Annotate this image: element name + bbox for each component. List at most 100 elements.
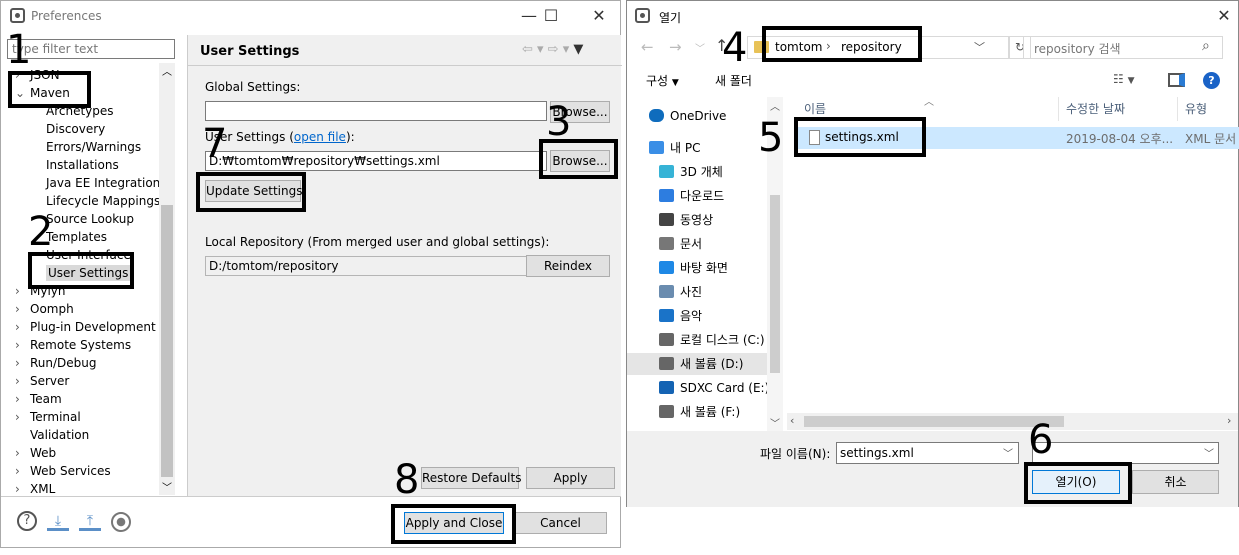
- chevron-right-icon[interactable]: ›: [15, 408, 30, 426]
- tree-item[interactable]: Installations: [46, 156, 119, 174]
- chevron-right-icon[interactable]: ›: [15, 300, 30, 318]
- preview-pane-icon[interactable]: [1168, 73, 1185, 87]
- tree-item[interactable]: › Plug-in Development: [15, 318, 156, 336]
- back-icon[interactable]: ←: [641, 38, 654, 56]
- chevron-right-icon[interactable]: ›: [15, 282, 30, 300]
- close-button[interactable]: ✕: [585, 5, 613, 27]
- export-icon[interactable]: ⤒: [79, 513, 101, 531]
- chevron-right-icon[interactable]: ›: [15, 354, 30, 372]
- nav-scroll-thumb[interactable]: [770, 195, 780, 373]
- breadcrumb-tomtom[interactable]: tomtom: [775, 40, 822, 54]
- scroll-left-icon[interactable]: ‹: [790, 414, 794, 427]
- scroll-right-icon[interactable]: ›: [1227, 414, 1231, 427]
- chevron-right-icon[interactable]: ›: [15, 372, 30, 390]
- tree-item[interactable]: Source Lookup: [46, 210, 134, 228]
- nav-item[interactable]: 다운로드: [659, 185, 724, 207]
- import-icon[interactable]: ⤓: [47, 513, 69, 531]
- new-folder-button[interactable]: 새 폴더: [715, 72, 752, 89]
- address-dropdown-icon[interactable]: ﹀: [974, 39, 985, 55]
- nav-item[interactable]: 새 볼륨 (F:): [659, 401, 740, 423]
- column-sep[interactable]: [1177, 97, 1178, 121]
- nav-item[interactable]: 문서: [659, 233, 702, 255]
- tree-item[interactable]: › XML: [15, 480, 55, 495]
- maximize-button[interactable]: ☐: [537, 5, 565, 27]
- column-type[interactable]: 유형: [1185, 97, 1207, 121]
- record-icon[interactable]: [111, 512, 131, 532]
- tree-item[interactable]: › Team: [15, 390, 62, 408]
- open-button[interactable]: 열기(O): [1032, 470, 1120, 494]
- nav-item[interactable]: 내 PC: [649, 137, 700, 159]
- tree-item[interactable]: › Web Services: [15, 462, 111, 480]
- nav-item[interactable]: 로컬 디스크 (C:): [659, 329, 765, 351]
- reindex-button[interactable]: Reindex: [526, 255, 610, 277]
- nav-item[interactable]: 3D 개체: [659, 161, 723, 183]
- recent-dropdown-icon[interactable]: ﹀: [695, 40, 705, 55]
- tree-item[interactable]: › Terminal: [15, 408, 81, 426]
- chevron-right-icon[interactable]: ›: [15, 462, 30, 480]
- update-settings-button[interactable]: Update Settings: [205, 180, 303, 202]
- tree-item[interactable]: Archetypes: [46, 102, 114, 120]
- scroll-down-icon[interactable]: ﹀: [162, 479, 172, 494]
- chevron-right-icon[interactable]: ›: [15, 336, 30, 354]
- chevron-down-icon[interactable]: ⌄: [15, 84, 30, 102]
- cancel-button[interactable]: Cancel: [514, 512, 607, 534]
- scroll-up-icon[interactable]: ︿: [162, 63, 172, 78]
- chevron-right-icon[interactable]: ›: [15, 390, 30, 408]
- tree-item[interactable]: ⌄ Maven: [15, 84, 70, 102]
- scroll-up-icon[interactable]: ︿: [770, 98, 780, 113]
- filename-input[interactable]: settings.xml: [836, 442, 1019, 464]
- dialog-close-button[interactable]: ✕: [1210, 5, 1238, 27]
- open-file-link[interactable]: open file: [294, 130, 346, 144]
- tree-item[interactable]: Templates: [46, 228, 107, 246]
- tree-scrollbar[interactable]: ︿ ﹀: [159, 63, 175, 495]
- chevron-right-icon[interactable]: ›: [15, 444, 30, 462]
- nav-item[interactable]: 동영상: [659, 209, 713, 231]
- nav-item[interactable]: 사진: [659, 281, 702, 303]
- h-scrollbar[interactable]: ‹ ›: [787, 413, 1238, 430]
- apply-and-close-button[interactable]: Apply and Close: [404, 512, 504, 534]
- breadcrumb-repository[interactable]: repository: [841, 40, 902, 54]
- user-settings-input[interactable]: D:₩tomtom₩repository₩settings.xml: [205, 151, 547, 171]
- tree-item[interactable]: User Interface: [46, 246, 131, 264]
- user-browse-button[interactable]: Browse...: [550, 150, 610, 172]
- tree-item[interactable]: › Server: [15, 372, 69, 390]
- table-row[interactable]: settings.xml 2019-08-04 오후... XML 문서: [797, 127, 1239, 149]
- tree-item[interactable]: Java EE Integration: [46, 174, 160, 192]
- dialog-cancel-button[interactable]: 취소: [1132, 470, 1219, 494]
- nav-item[interactable]: OneDrive: [649, 105, 726, 127]
- restore-defaults-button[interactable]: Restore Defaults: [421, 467, 521, 489]
- nav-item[interactable]: 새 볼륨 (D:): [627, 353, 767, 375]
- nav-item[interactable]: 바탕 화면: [659, 257, 728, 279]
- search-box[interactable]: repository 검색 ⌕: [1023, 36, 1223, 59]
- tree-item[interactable]: Validation: [15, 426, 89, 444]
- organize-button[interactable]: 구성 ▼: [646, 72, 679, 89]
- chevron-right-icon[interactable]: ›: [15, 480, 30, 495]
- view-options-icon[interactable]: ☷ ▼: [1113, 72, 1135, 86]
- scroll-down-icon[interactable]: ﹀: [770, 415, 780, 430]
- tree-item[interactable]: Lifecycle Mappings: [46, 192, 160, 210]
- apply-button[interactable]: Apply: [526, 467, 615, 489]
- column-name[interactable]: 이름: [804, 97, 826, 121]
- file-type-select[interactable]: [1032, 442, 1219, 464]
- history-nav[interactable]: ⇦ ▾ ⇨ ▾ ▼: [522, 42, 583, 57]
- filter-input[interactable]: type filter text: [7, 39, 175, 59]
- filename-dropdown-icon[interactable]: ﹀: [1003, 445, 1013, 460]
- column-date[interactable]: 수정한 날짜: [1066, 97, 1125, 121]
- global-settings-input[interactable]: [205, 101, 547, 121]
- tree-item[interactable]: Discovery: [46, 120, 105, 138]
- tree-item[interactable]: › Web: [15, 444, 56, 462]
- tree-item[interactable]: › Mylyn: [15, 282, 66, 300]
- forward-icon[interactable]: →: [669, 38, 682, 56]
- nav-item[interactable]: 음악: [659, 305, 702, 327]
- tree-item[interactable]: Errors/Warnings: [46, 138, 141, 156]
- view-menu-icon[interactable]: ▼: [573, 42, 583, 57]
- help-icon[interactable]: ?: [17, 511, 37, 531]
- h-scroll-thumb[interactable]: [804, 416, 1064, 427]
- tree-scroll-thumb[interactable]: [161, 205, 173, 477]
- address-bar[interactable]: tomtom › repository ﹀: [747, 36, 1009, 59]
- file-type-dropdown-icon[interactable]: ﹀: [1204, 445, 1214, 460]
- tree-item[interactable]: › Run/Debug: [15, 354, 97, 372]
- tree-item[interactable]: › Oomph: [15, 300, 74, 318]
- nav-item[interactable]: SDXC Card (E:): [659, 377, 769, 399]
- column-sep[interactable]: [1058, 97, 1059, 121]
